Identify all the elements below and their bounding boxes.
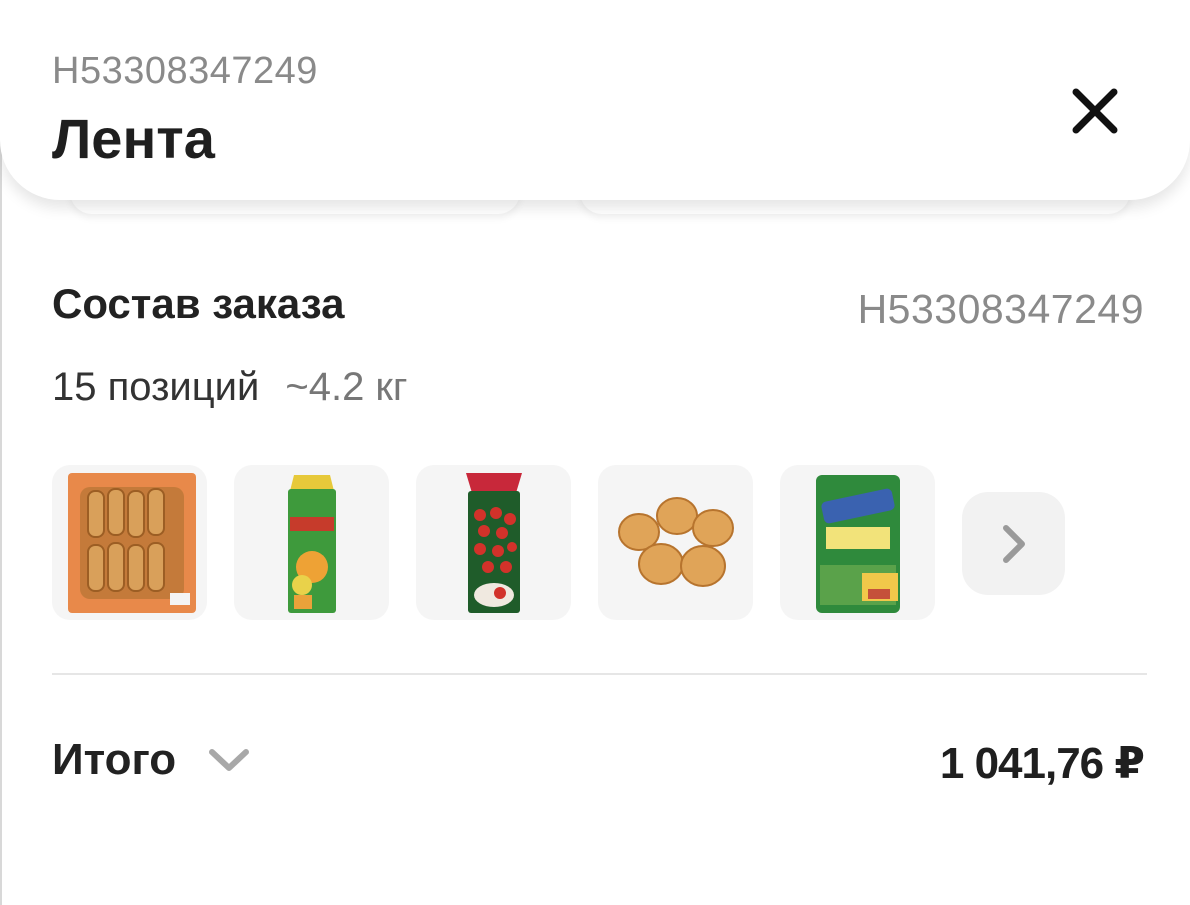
bakery-box-image <box>67 472 196 613</box>
order-summary: 15 позиций ~4.2 кг <box>52 365 408 410</box>
order-weight: ~4.2 кг <box>285 365 408 409</box>
juice-pack-thumbnail[interactable] <box>234 465 389 620</box>
total-toggle[interactable]: Итого <box>52 735 252 785</box>
close-icon <box>1072 88 1118 134</box>
cherry-tomatoes-image <box>465 472 522 613</box>
store-name: Лента <box>52 107 215 170</box>
juice-pack-image <box>287 474 336 613</box>
onions-thumbnail[interactable] <box>598 465 753 620</box>
cheese-pack-image <box>815 474 900 613</box>
positions-count: 15 позиций <box>52 365 260 409</box>
onions-image <box>617 496 734 587</box>
more-products-button[interactable] <box>962 492 1065 595</box>
close-button[interactable] <box>1064 80 1126 142</box>
divider <box>52 673 1147 675</box>
chevron-right-icon <box>1002 524 1025 563</box>
cherry-tomatoes-thumbnail[interactable] <box>416 465 571 620</box>
cheese-pack-thumbnail[interactable] <box>780 465 935 620</box>
order-header-card: H53308347249 Лента <box>0 0 1190 200</box>
order-number: H53308347249 <box>857 286 1144 332</box>
total-label: Итого <box>52 735 177 784</box>
total-value: 1 041,76 ₽ <box>939 739 1145 788</box>
header-order-number: H53308347249 <box>52 50 318 92</box>
bakery-box-thumbnail[interactable] <box>52 465 207 620</box>
product-thumbnails <box>52 465 935 620</box>
order-contents-title: Состав заказа <box>52 280 345 327</box>
chevron-down-icon <box>209 749 250 771</box>
